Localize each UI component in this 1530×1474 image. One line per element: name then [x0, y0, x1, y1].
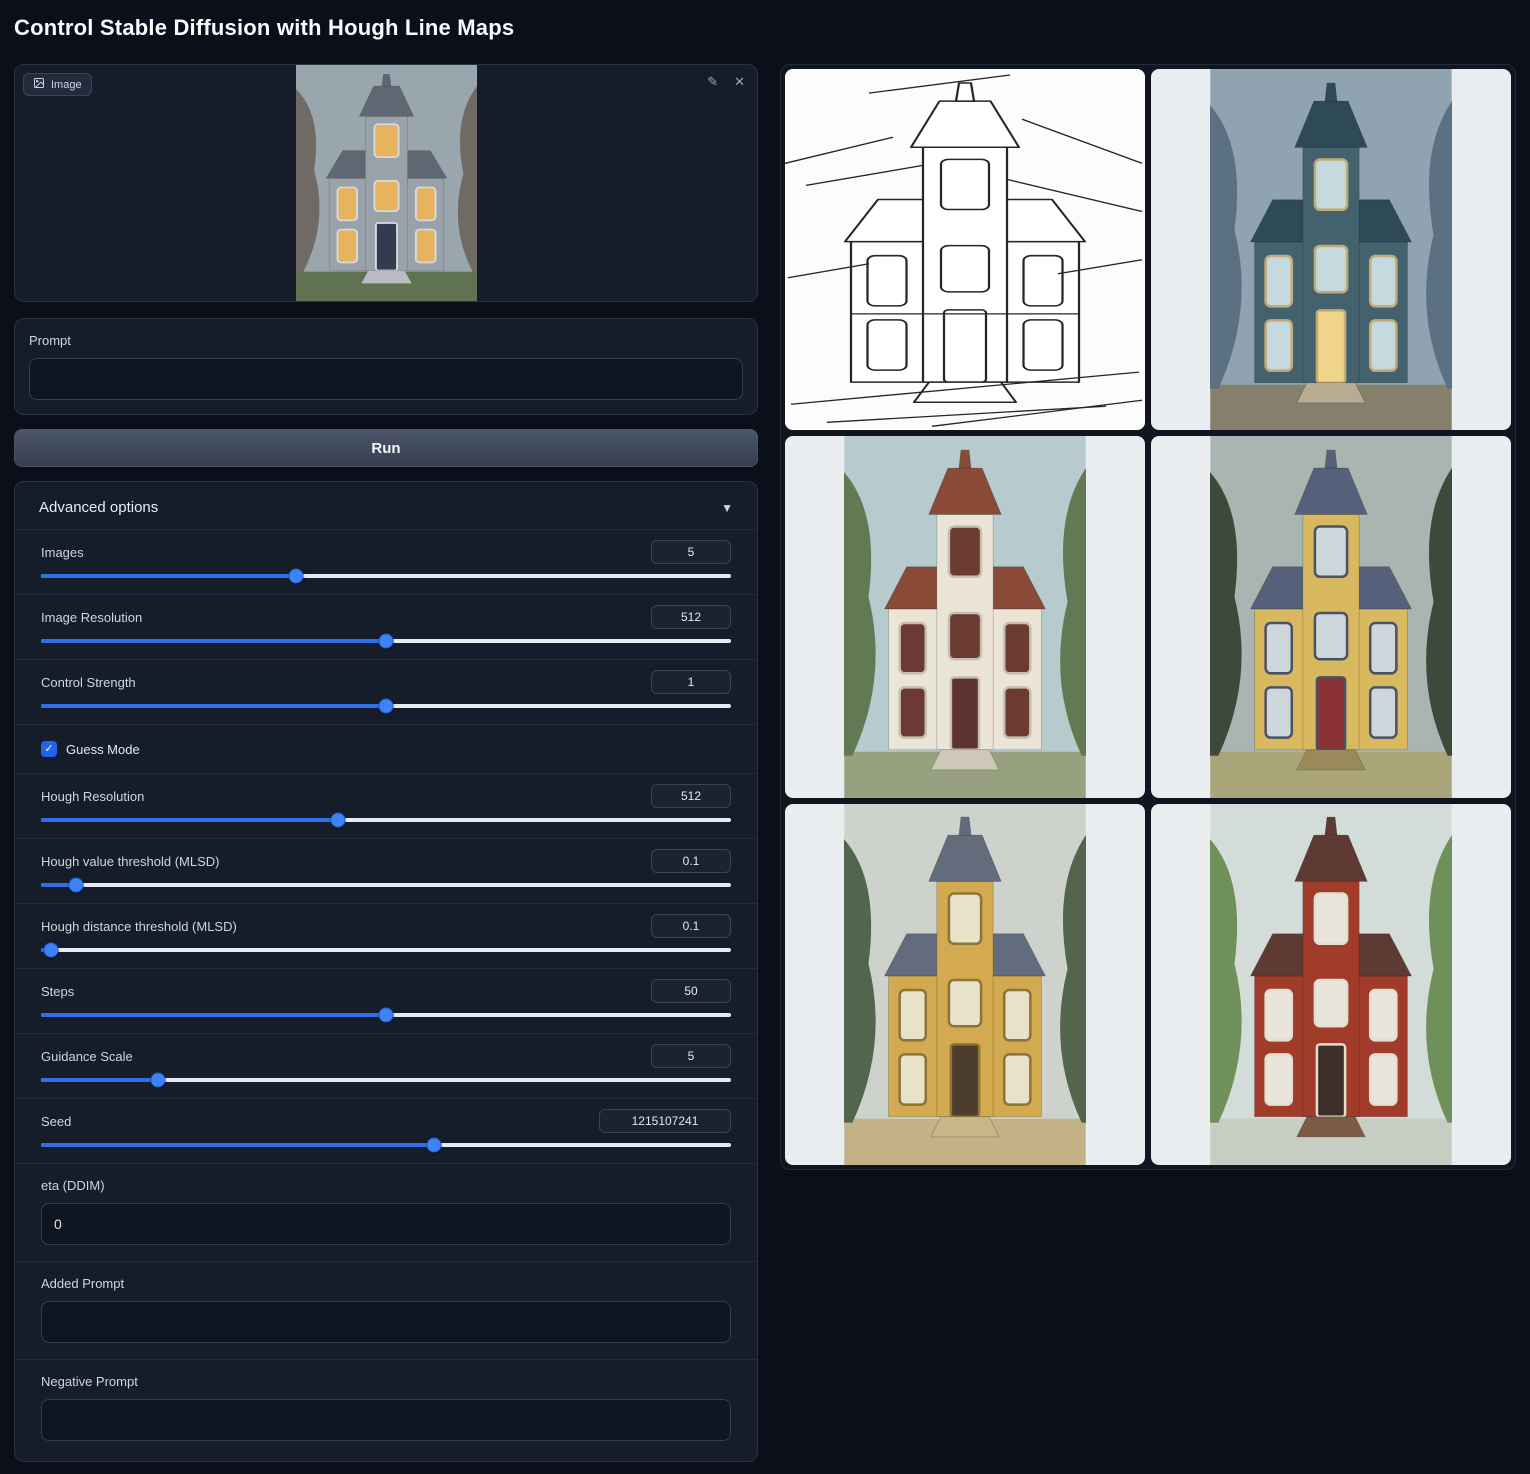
hough-resolution-slider[interactable]	[41, 818, 731, 822]
hough-resolution-label: Hough Resolution	[41, 789, 144, 804]
prompt-panel: Prompt	[14, 318, 758, 415]
edit-image-button[interactable]: ✎	[705, 72, 720, 92]
image-resolution-value[interactable]: 512	[651, 605, 731, 629]
controls-column: Image ✎ ✕ Prompt Run Advanced options ▼ …	[14, 64, 758, 1462]
steps-row: Steps 50	[15, 968, 757, 1033]
gallery-item-result-3[interactable]	[1151, 436, 1511, 797]
images-label: Images	[41, 545, 84, 560]
negative-prompt-row: Negative Prompt	[15, 1359, 757, 1457]
image-label: Image	[23, 73, 92, 96]
image-label-text: Image	[51, 79, 82, 91]
seed-slider[interactable]	[41, 1143, 731, 1147]
images-row: Images 5	[15, 529, 757, 594]
seed-row: Seed 1215107241	[15, 1098, 757, 1163]
hough-value-threshold-value[interactable]: 0.1	[651, 849, 731, 873]
image-resolution-row: Image Resolution 512	[15, 594, 757, 659]
images-slider-handle[interactable]	[289, 569, 304, 584]
advanced-options-panel: Advanced options ▼ Images 5 Image Resoluti…	[14, 481, 758, 1462]
gallery-item-hough-map[interactable]	[785, 69, 1145, 430]
app: Control Stable Diffusion with Hough Line…	[0, 0, 1530, 1474]
hough-distance-threshold-value[interactable]: 0.1	[651, 914, 731, 938]
collapse-icon[interactable]: ▼	[721, 501, 733, 515]
hough-distance-threshold-slider[interactable]	[41, 948, 731, 952]
image-resolution-label: Image Resolution	[41, 610, 142, 625]
steps-value[interactable]: 50	[651, 979, 731, 1003]
eta-ddim-input[interactable]	[41, 1203, 731, 1245]
hough-resolution-slider-fill	[41, 818, 338, 822]
seed-value[interactable]: 1215107241	[599, 1109, 731, 1133]
added-prompt-label: Added Prompt	[41, 1276, 731, 1291]
hough-value-threshold-label: Hough value threshold (MLSD)	[41, 854, 219, 869]
hough-value-threshold-row: Hough value threshold (MLSD) 0.1	[15, 838, 757, 903]
control-strength-value[interactable]: 1	[651, 670, 731, 694]
hough-distance-threshold-row: Hough distance threshold (MLSD) 0.1	[15, 903, 757, 968]
steps-slider-handle[interactable]	[379, 1008, 394, 1023]
image-resolution-slider-handle[interactable]	[379, 634, 394, 649]
image-resolution-slider-fill	[41, 639, 386, 643]
hough-resolution-value[interactable]: 512	[651, 784, 731, 808]
image-icon	[33, 77, 45, 92]
images-slider-fill	[41, 574, 296, 578]
negative-prompt-input[interactable]	[41, 1399, 731, 1441]
guidance-scale-value[interactable]: 5	[651, 1044, 731, 1068]
eta-ddim-row: eta (DDIM)	[15, 1163, 757, 1261]
control-strength-label: Control Strength	[41, 675, 136, 690]
hough-value-threshold-slider[interactable]	[41, 883, 731, 887]
images-value[interactable]: 5	[651, 540, 731, 564]
input-image-preview[interactable]	[296, 65, 477, 302]
added-prompt-input[interactable]	[41, 1301, 731, 1343]
steps-label: Steps	[41, 984, 74, 999]
gallery-item-result-2[interactable]	[785, 436, 1145, 797]
gallery-item-result-5[interactable]	[1151, 804, 1511, 1165]
gallery-item-result-1[interactable]	[1151, 69, 1511, 430]
input-image-panel[interactable]: Image ✎ ✕	[14, 64, 758, 302]
steps-slider-fill	[41, 1013, 386, 1017]
prompt-input[interactable]	[29, 358, 743, 400]
guidance-scale-slider-handle[interactable]	[151, 1073, 166, 1088]
guidance-scale-row: Guidance Scale 5	[15, 1033, 757, 1098]
prompt-label: Prompt	[29, 333, 743, 348]
image-resolution-slider[interactable]	[41, 639, 731, 643]
guess-mode-label: Guess Mode	[66, 742, 140, 757]
guess-mode-checkbox[interactable]: ✓ Guess Mode	[15, 724, 757, 773]
seed-label: Seed	[41, 1114, 71, 1129]
hough-distance-threshold-label: Hough distance threshold (MLSD)	[41, 919, 237, 934]
control-strength-slider[interactable]	[41, 704, 731, 708]
steps-slider[interactable]	[41, 1013, 731, 1017]
guidance-scale-slider[interactable]	[41, 1078, 731, 1082]
guess-mode-checkbox-box[interactable]: ✓	[41, 741, 57, 757]
hough-value-threshold-slider-handle[interactable]	[68, 878, 83, 893]
negative-prompt-label: Negative Prompt	[41, 1374, 731, 1389]
guidance-scale-slider-fill	[41, 1078, 158, 1082]
clear-image-button[interactable]: ✕	[732, 72, 747, 92]
seed-slider-fill	[41, 1143, 434, 1147]
hough-resolution-slider-handle[interactable]	[330, 813, 345, 828]
images-slider[interactable]	[41, 574, 731, 578]
seed-slider-handle[interactable]	[427, 1138, 442, 1153]
page-title: Control Stable Diffusion with Hough Line…	[14, 14, 1516, 42]
control-strength-row: Control Strength 1	[15, 659, 757, 724]
run-button[interactable]: Run	[14, 429, 758, 467]
hough-resolution-row: Hough Resolution 512	[15, 773, 757, 838]
gallery-item-result-4[interactable]	[785, 804, 1145, 1165]
advanced-options-header[interactable]: Advanced options ▼	[15, 482, 757, 529]
eta-ddim-label: eta (DDIM)	[41, 1178, 731, 1193]
control-strength-slider-handle[interactable]	[379, 699, 394, 714]
guidance-scale-label: Guidance Scale	[41, 1049, 133, 1064]
results-gallery	[780, 64, 1516, 1170]
control-strength-slider-fill	[41, 704, 386, 708]
added-prompt-row: Added Prompt	[15, 1261, 757, 1359]
advanced-options-label: Advanced options	[39, 499, 158, 516]
hough-distance-threshold-slider-handle[interactable]	[44, 943, 59, 958]
